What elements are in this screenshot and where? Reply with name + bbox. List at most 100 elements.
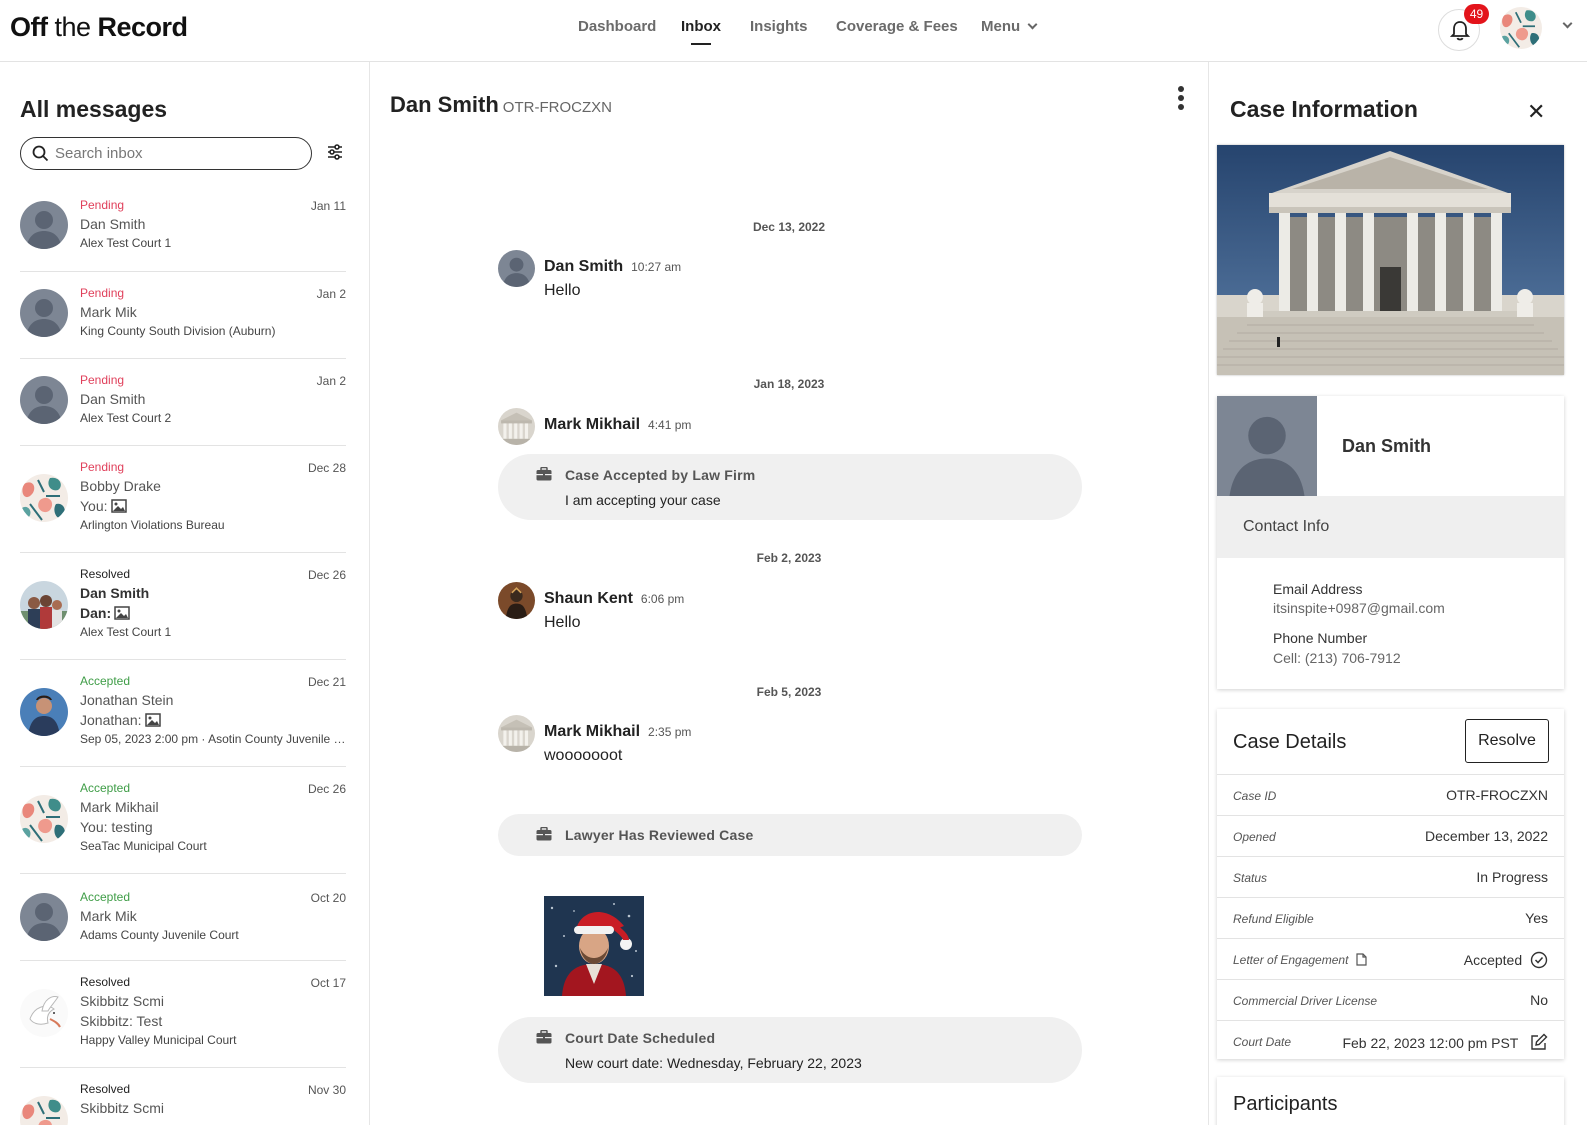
detail-value: Feb 22, 2023 12:00 pm PST — [1342, 1033, 1548, 1051]
client-name: Dan Smith — [1342, 436, 1432, 456]
message-date: Nov 30 — [307, 1083, 346, 1097]
conversation-item[interactable]: Accepted Jonathan Stein Jonathan: Sep 05… — [20, 660, 346, 767]
conversation-item[interactable]: Resolved Skibbitz Scmi Nov 30 — [20, 1068, 346, 1125]
detail-row-status: Status In Progress — [1217, 856, 1564, 897]
status-label: Pending — [80, 373, 125, 387]
contact-name: Skibbitz Scmi — [80, 1100, 165, 1116]
avatar — [20, 795, 68, 843]
message-date: Jan 2 — [316, 287, 346, 301]
status-label: Accepted — [80, 674, 131, 688]
case-details-title: Case Details — [1233, 731, 1347, 753]
santa-hat-portrait-image — [544, 896, 644, 996]
chevron-down-icon — [1027, 19, 1038, 30]
status-label: Pending — [80, 286, 125, 300]
resolve-button[interactable]: Resolve — [1465, 719, 1549, 763]
chevron-down-icon[interactable] — [1562, 18, 1573, 29]
detail-value-text: Accepted — [1463, 952, 1523, 968]
system-event-court-date: Court Date Scheduled New court date: Wed… — [498, 1017, 1082, 1083]
court-name: Alex Test Court 1 — [80, 236, 172, 250]
system-event-case-accepted: Case Accepted by Law Firm I am accepting… — [498, 454, 1082, 520]
portrait-avatar-icon — [498, 582, 535, 619]
event-title: Court Date Scheduled — [565, 1030, 716, 1046]
conversation-header: Dan Smith OTR-FROCZXN — [390, 92, 612, 118]
conversation-item[interactable]: Pending Dan Smith Alex Test Court 2 Jan … — [20, 359, 346, 446]
avatar — [20, 376, 68, 424]
nav-menu-label: Menu — [981, 18, 1021, 35]
message-date: Dec 21 — [307, 675, 346, 689]
contact-name: Jonathan Stein — [80, 692, 174, 708]
event-text: I am accepting your case — [565, 492, 721, 508]
status-label: Accepted — [80, 781, 131, 795]
email-label: Email Address — [1273, 581, 1363, 597]
detail-row-refund-eligible: Refund Eligible Yes — [1217, 897, 1564, 938]
check-circle-icon — [1530, 951, 1548, 969]
group-photo-avatar-icon — [20, 581, 68, 629]
conversation-item[interactable]: Accepted Mark Mik Adams County Juvenile … — [20, 874, 346, 961]
nav-coverage-fees[interactable]: Coverage & Fees — [836, 18, 958, 35]
image-icon — [114, 606, 130, 620]
court-name: Alex Test Court 2 — [80, 411, 172, 425]
conversation-item[interactable]: Resolved Skibbitz Scmi Skibbitz: Test Ha… — [20, 961, 346, 1068]
detail-label: Case ID — [1233, 789, 1277, 803]
attached-image[interactable] — [544, 896, 644, 996]
floral-avatar-icon — [20, 1096, 68, 1125]
avatar — [498, 408, 535, 445]
conversation-pane: Dan Smith OTR-FROCZXN Dec 13, 2022 Dan Sm… — [370, 62, 1208, 1125]
document-icon[interactable] — [1355, 953, 1368, 966]
floral-avatar-icon — [20, 795, 68, 843]
avatar — [20, 893, 68, 941]
avatar — [20, 1096, 68, 1125]
contact-name: Mark Mikhail — [80, 799, 159, 815]
search-icon — [32, 145, 49, 162]
conversation-item[interactable]: Resolved Dan Smith Dan: Alex Test Court … — [20, 553, 346, 660]
search-box[interactable] — [20, 137, 312, 170]
event-text: New court date: Wednesday, February 22, … — [565, 1055, 862, 1071]
court-name: Happy Valley Municipal Court — [80, 1033, 237, 1047]
filter-icon[interactable] — [327, 144, 343, 160]
avatar — [498, 250, 535, 287]
avatar — [20, 289, 68, 337]
person-placeholder-icon — [20, 201, 68, 249]
more-options-icon[interactable] — [1174, 86, 1188, 116]
edit-icon[interactable] — [1530, 1033, 1548, 1051]
nav-inbox[interactable]: Inbox — [681, 18, 721, 45]
conversation-item[interactable]: Pending Dan Smith Alex Test Court 1 Jan … — [20, 184, 346, 272]
close-icon[interactable]: ✕ — [1527, 99, 1545, 125]
message-preview: You: testing — [80, 819, 153, 835]
email-value[interactable]: itsinspite+0987@gmail.com — [1273, 600, 1445, 616]
person-placeholder-icon — [20, 289, 68, 337]
court-name: King County South Division (Auburn) — [80, 324, 276, 338]
main-nav: Dashboard Inbox Insights Coverage & Fees… — [0, 0, 1587, 62]
detail-row-opened: Opened December 13, 2022 — [1217, 815, 1564, 856]
phone-value[interactable]: Cell: (213) 706-7912 — [1273, 650, 1401, 666]
floral-avatar-icon — [20, 474, 68, 522]
message-text: Hello — [544, 614, 581, 631]
nav-insights[interactable]: Insights — [750, 18, 808, 35]
message-date: Dec 26 — [307, 782, 346, 796]
courthouse-avatar-icon — [498, 715, 535, 752]
detail-label: Refund Eligible — [1233, 912, 1314, 926]
user-avatar[interactable] — [1500, 7, 1542, 49]
participants-title: Participants — [1233, 1093, 1338, 1115]
contact-name: Bobby Drake — [80, 478, 161, 494]
conversation-item[interactable]: Accepted Mark Mikhail You: testing SeaTa… — [20, 767, 346, 874]
logo-part-the: the — [47, 12, 98, 42]
contact-card: Dan Smith Contact Info Email Address its… — [1217, 396, 1564, 689]
nav-dashboard[interactable]: Dashboard — [578, 18, 656, 35]
conversation-item[interactable]: Pending Mark Mik King County South Divis… — [20, 272, 346, 359]
conversation-list: Pending Dan Smith Alex Test Court 1 Jan … — [20, 184, 346, 1125]
status-label: Accepted — [80, 890, 131, 904]
logo[interactable]: Off the Record — [10, 12, 188, 43]
phone-label: Phone Number — [1273, 630, 1368, 646]
conversation-title: Dan Smith — [390, 92, 499, 117]
court-name: Adams County Juvenile Court — [80, 928, 239, 942]
nav-menu[interactable]: Menu — [981, 18, 1038, 35]
event-title: Case Accepted by Law Firm — [565, 467, 756, 483]
court-name: Sep 05, 2023 2:00 pm · Asotin County Juv… — [80, 732, 346, 746]
day-separator: Feb 2, 2023 — [756, 551, 822, 565]
conversation-item[interactable]: Pending Bobby Drake You: Arlington Viola… — [20, 446, 346, 553]
status-label: Pending — [80, 460, 125, 474]
search-input[interactable] — [55, 143, 295, 163]
tab-contact-info[interactable]: Contact Info — [1217, 496, 1564, 558]
image-icon — [145, 713, 161, 727]
